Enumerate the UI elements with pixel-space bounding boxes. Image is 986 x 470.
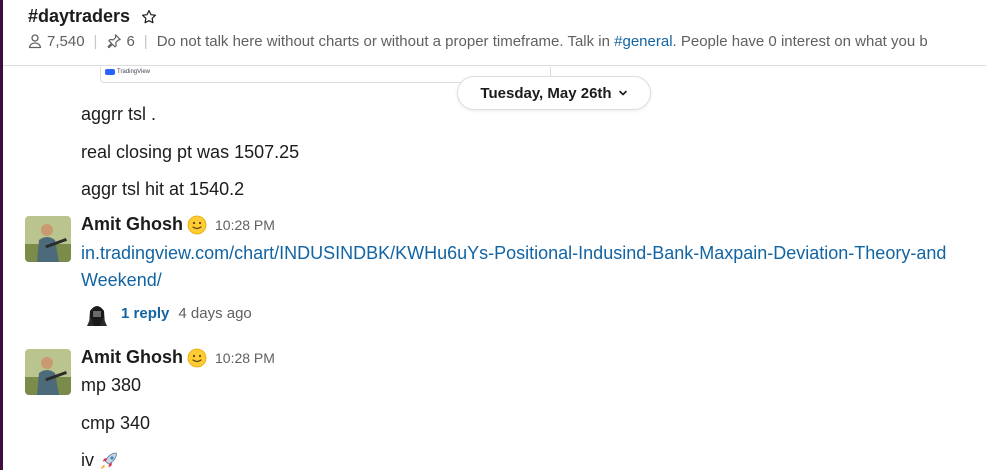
avatar[interactable] (25, 216, 71, 262)
meta-divider: | (143, 32, 148, 50)
message-text: cmp 340 (81, 413, 151, 433)
person-icon (27, 33, 43, 49)
meta-divider: | (93, 32, 98, 50)
channel-name[interactable]: #daytraders (28, 6, 130, 27)
tradingview-logo: TradingView (105, 69, 150, 75)
message-text: aggrr tsl . (81, 104, 157, 124)
channel-meta: 7,540 | 6 | Do not talk here without cha… (27, 31, 986, 51)
date-label: Tuesday, May 26th (480, 84, 612, 102)
chevron-down-icon (618, 88, 628, 98)
channel-title: #daytraders (28, 6, 158, 27)
message-text-row: iv (81, 450, 120, 470)
tradingview-logo-icon (105, 69, 115, 75)
message-header: Amit Ghosh 10:28 PM (81, 347, 275, 368)
slightly-smiling-face-icon[interactable] (187, 348, 207, 368)
author-name[interactable]: Amit Ghosh (81, 347, 183, 368)
reply-count[interactable]: 1 reply (121, 305, 169, 322)
author-name[interactable]: Amit Ghosh (81, 214, 183, 235)
message-text: iv (81, 450, 94, 470)
channel-topic[interactable]: Do not talk here without charts or witho… (157, 33, 928, 50)
topic-channel-link[interactable]: #general (614, 33, 672, 50)
message-list: TradingView Tuesday, May 26th aggrr tsl … (3, 67, 986, 470)
member-count[interactable]: 7,540 (47, 33, 85, 50)
message-header: Amit Ghosh 10:28 PM (81, 214, 275, 235)
message-timestamp[interactable]: 10:28 PM (215, 217, 275, 233)
message-link[interactable]: Weekend/ (81, 270, 162, 291)
date-divider-button[interactable]: Tuesday, May 26th (457, 76, 651, 110)
slightly-smiling-face-icon[interactable] (187, 215, 207, 235)
thread-replies[interactable]: 1 reply 4 days ago (85, 299, 252, 327)
message-link[interactable]: in.tradingview.com/chart/INDUSINDBK/KWHu… (81, 243, 946, 264)
message-text: mp 380 (81, 375, 142, 395)
avatar[interactable] (25, 349, 71, 395)
pin-icon (106, 33, 122, 49)
topic-text: . People have 0 interest on what you b (672, 32, 928, 50)
topic-text: Do not talk here without charts or witho… (156, 32, 615, 50)
message-text: real closing pt was 1507.25 (81, 142, 300, 162)
message-timestamp[interactable]: 10:28 PM (215, 350, 275, 366)
attachment-brand: TradingView (117, 69, 151, 75)
reply-age: 4 days ago (178, 304, 252, 322)
pinned-count[interactable]: 6 (126, 33, 134, 50)
star-icon[interactable] (140, 8, 158, 26)
reply-avatar (85, 299, 109, 327)
message-text: aggr tsl hit at 1540.2 (81, 179, 245, 199)
channel-header: #daytraders 7,540 | 6 | Do not talk here… (3, 0, 986, 66)
rocket-icon (98, 450, 120, 470)
